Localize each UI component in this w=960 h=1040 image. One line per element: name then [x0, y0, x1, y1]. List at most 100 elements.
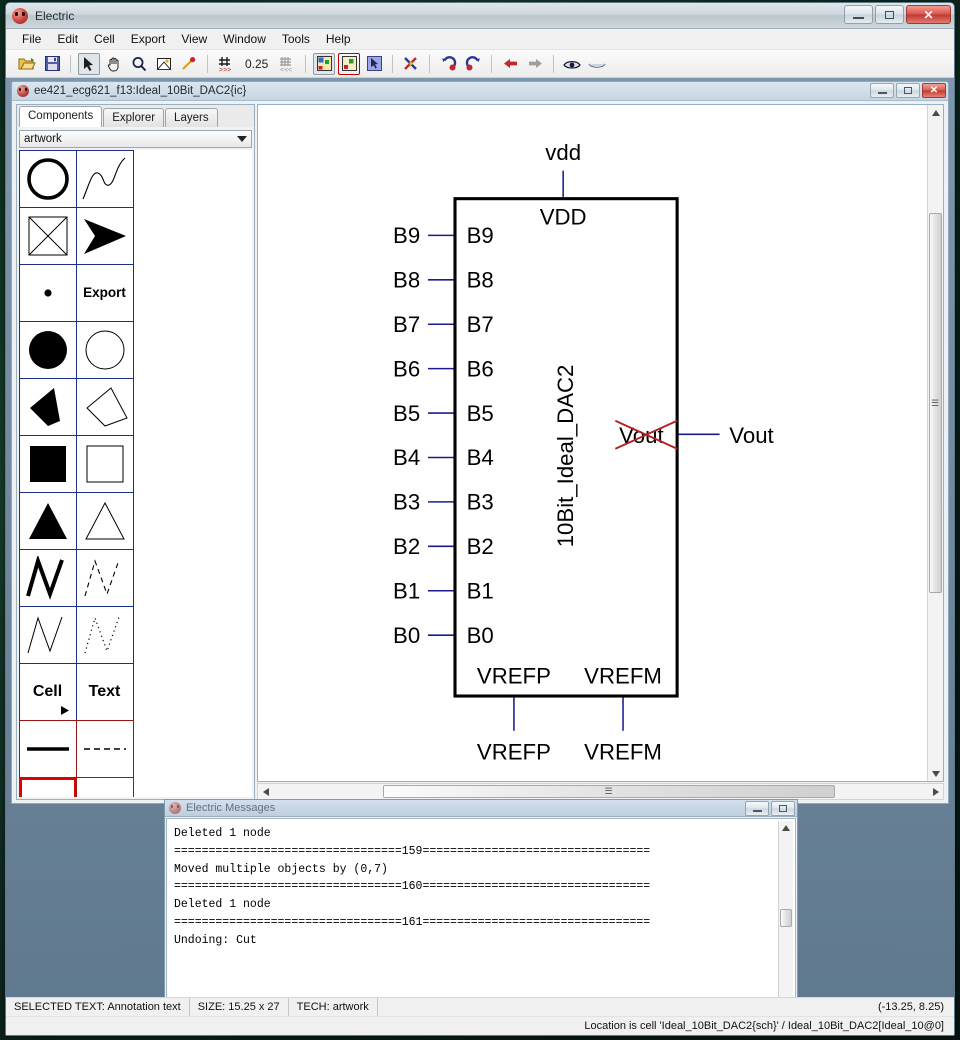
palette-cell-thin-zigzag-line[interactable]	[19, 606, 77, 664]
peek-open-eye-icon[interactable]	[561, 53, 583, 75]
pin-label-b2-inner: B2	[467, 534, 494, 559]
palette-cell-text-object[interactable]: Text	[76, 663, 134, 721]
menu-tools[interactable]: Tools	[274, 30, 318, 48]
desktop-background: Electric ✕ File Edit Cell Export View Wi…	[0, 0, 960, 1040]
palette-cell-label: Cell	[33, 683, 62, 701]
palette-cell-dotted-line[interactable]	[76, 777, 134, 798]
messages-minimize-button[interactable]	[745, 801, 769, 816]
palette-cell-filled-circle[interactable]	[19, 321, 77, 379]
messages-window: Electric Messages Deleted 1 node =======…	[164, 799, 798, 997]
scroll-left-button[interactable]	[258, 784, 273, 799]
palette-cell-outline-triangle[interactable]	[76, 492, 134, 550]
submenu-arrow-icon	[60, 705, 70, 716]
forward-arrow-icon[interactable]	[524, 53, 546, 75]
palette-cell-box-with-cross[interactable]	[19, 207, 77, 265]
palette-cell-filled-arrow-head[interactable]	[76, 207, 134, 265]
palette-cell-filled-square[interactable]	[19, 435, 77, 493]
schematic-minimize-button[interactable]	[870, 83, 894, 98]
pan-hand-icon[interactable]	[103, 53, 125, 75]
palette-cell-thin-circle-outline[interactable]	[76, 321, 134, 379]
palette-cell-filled-triangle[interactable]	[19, 492, 77, 550]
schematic-close-button[interactable]: ✕	[922, 83, 946, 98]
minimize-button[interactable]	[844, 5, 873, 24]
pin-label-b6-inner: B6	[467, 356, 494, 381]
palette-cell-dot-node[interactable]	[19, 264, 77, 322]
schematic-drawing[interactable]: 10Bit_Ideal_DAC2 vdd VDD B9 B8 B7 B6	[258, 105, 927, 781]
menu-export[interactable]: Export	[123, 30, 174, 48]
toolbar-separator-6	[491, 55, 492, 73]
grid-toggle-icon[interactable]: >>>	[215, 53, 237, 75]
palette-cell-dashed-line[interactable]	[76, 720, 134, 778]
scroll-down-button[interactable]	[928, 766, 943, 781]
scroll-right-button[interactable]	[928, 784, 943, 799]
horizontal-scroll-thumb[interactable]: ☰	[383, 785, 835, 798]
palette-cell-export-label[interactable]: Export	[76, 264, 134, 322]
palette-grid-container: Export	[19, 150, 252, 797]
canvas-vertical-scrollbar[interactable]: ☰	[927, 105, 943, 781]
tab-layers[interactable]: Layers	[165, 108, 218, 127]
palette-cell-spline-curve[interactable]	[76, 150, 134, 208]
palette-cell-outline-polygon[interactable]	[76, 378, 134, 436]
pin-label-b5-inner: B5	[467, 401, 494, 426]
menu-view[interactable]: View	[173, 30, 215, 48]
palette-cell-dotted-zigzag-line[interactable]	[76, 606, 134, 664]
pin-label-vrefm-inner: VREFM	[584, 663, 662, 688]
redo-icon[interactable]	[462, 53, 484, 75]
menu-help[interactable]: Help	[318, 30, 359, 48]
palette-cell-outline-square[interactable]	[76, 435, 134, 493]
menu-window[interactable]: Window	[215, 30, 274, 48]
toolbar-separator-2	[207, 55, 208, 73]
status-bar: SELECTED TEXT: Annotation text SIZE: 15.…	[6, 997, 954, 1016]
grid-size-value[interactable]: 0.25	[240, 57, 273, 71]
messages-scroll-up-button[interactable]	[779, 821, 793, 835]
palette-cell-thick-solid-line[interactable]	[19, 720, 77, 778]
technology-dropdown[interactable]: artwork	[19, 130, 252, 148]
undo-icon[interactable]	[437, 53, 459, 75]
port-hide-icon[interactable]	[338, 53, 360, 75]
open-file-icon[interactable]	[16, 53, 38, 75]
palette-grid: Export	[19, 150, 133, 797]
zoom-magnifier-icon[interactable]	[128, 53, 150, 75]
menu-cell[interactable]: Cell	[86, 30, 123, 48]
drc-tools-icon[interactable]	[400, 53, 422, 75]
palette-cell-filled-polygon[interactable]	[19, 378, 77, 436]
maximize-button[interactable]	[875, 5, 904, 24]
canvas-horizontal-scrollbar[interactable]: ☰	[257, 783, 944, 800]
palette-cell-dashed-zigzag-line[interactable]	[76, 549, 134, 607]
port-show-icon[interactable]	[313, 53, 335, 75]
messages-vertical-scroll-thumb[interactable]	[780, 909, 792, 927]
schematic-window: ee421_ecg621_f13:Ideal_10Bit_DAC2{ic} ✕ …	[11, 81, 949, 804]
menubar: File Edit Cell Export View Window Tools …	[6, 29, 954, 50]
palette-cell-thin-solid-line[interactable]	[19, 777, 77, 798]
outline-edit-icon[interactable]	[153, 53, 175, 75]
menu-edit[interactable]: Edit	[49, 30, 86, 48]
tab-components[interactable]: Components	[19, 106, 102, 127]
palette-cell-thick-zigzag-line[interactable]	[19, 549, 77, 607]
pin-label-b0-outer: B0	[393, 623, 420, 648]
special-select-icon[interactable]	[363, 53, 385, 75]
palette-export-label: Export	[83, 285, 126, 300]
scroll-up-button[interactable]	[928, 105, 943, 120]
palette-cell-circle-outline-thick[interactable]	[19, 150, 77, 208]
vertical-scroll-thumb[interactable]: ☰	[929, 213, 942, 593]
messages-maximize-button[interactable]	[771, 801, 795, 816]
schematic-canvas[interactable]: 10Bit_Ideal_DAC2 vdd VDD B9 B8 B7 B6	[258, 105, 927, 781]
pin-label-b1-inner: B1	[467, 578, 494, 603]
wire-pin-icon[interactable]	[178, 53, 200, 75]
grid-align-icon[interactable]: <<<	[276, 53, 298, 75]
palette-tabs: Components Explorer Layers	[17, 105, 254, 127]
close-button[interactable]: ✕	[906, 5, 951, 24]
palette-cell-cell-menu[interactable]: Cell	[19, 663, 77, 721]
peek-closed-eye-icon[interactable]	[586, 53, 608, 75]
svg-text:<<<: <<<	[280, 67, 292, 73]
menu-file[interactable]: File	[14, 30, 49, 48]
tab-explorer[interactable]: Explorer	[103, 108, 164, 127]
messages-window-titlebar[interactable]: Electric Messages	[165, 800, 797, 817]
schematic-window-titlebar[interactable]: ee421_ecg621_f13:Ideal_10Bit_DAC2{ic} ✕	[12, 82, 948, 101]
schematic-maximize-button[interactable]	[896, 83, 920, 98]
back-arrow-icon[interactable]	[499, 53, 521, 75]
select-arrow-icon[interactable]	[78, 53, 100, 75]
save-file-icon[interactable]	[41, 53, 63, 75]
status-coordinates: (-13.25, 8.25)	[378, 998, 954, 1016]
messages-vertical-scrollbar[interactable]	[778, 821, 793, 997]
